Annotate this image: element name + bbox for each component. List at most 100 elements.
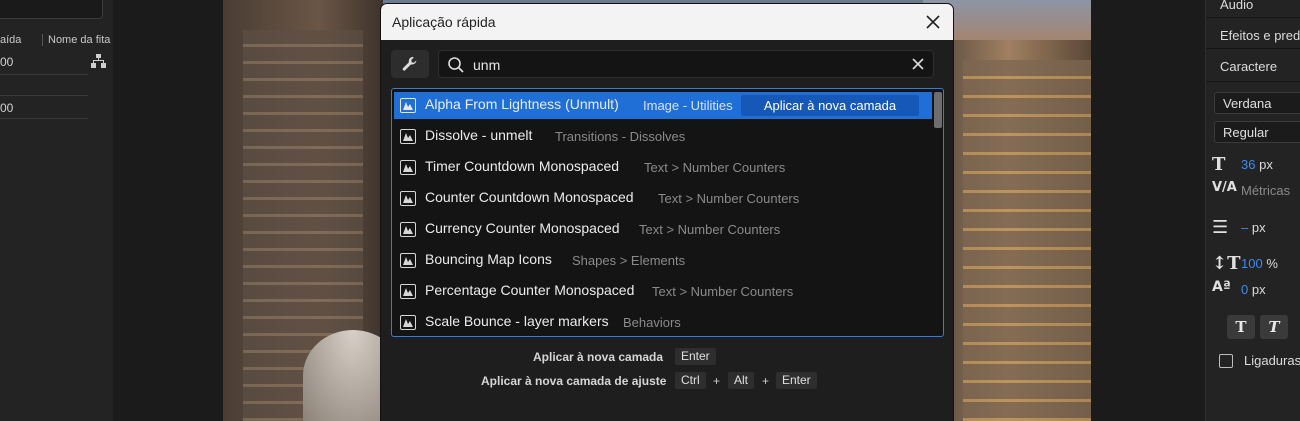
column-divider[interactable] <box>42 34 43 46</box>
result-item[interactable]: Counter Countdown Monospaced Text > Numb… <box>394 185 932 212</box>
result-name: Timer Countdown Monospaced <box>425 158 620 174</box>
hierarchy-icon[interactable] <box>91 54 106 68</box>
ligatures-checkbox[interactable] <box>1219 354 1233 368</box>
kerning-control[interactable]: V/A Métricas ▼ <box>1212 180 1300 202</box>
font-size-value[interactable]: 36 <box>1241 157 1255 172</box>
font-size-control[interactable]: T 36 px ▼ <box>1212 154 1300 176</box>
kerning-icon: V/A <box>1212 180 1237 195</box>
font-style-dropdown[interactable]: Regular <box>1214 121 1300 143</box>
key-enter: Enter <box>675 348 716 365</box>
column-header-tape-name[interactable]: Nome da fita <box>48 34 110 46</box>
result-item[interactable]: Bouncing Map Icons Shapes > Elements <box>394 247 932 274</box>
ligatures-label: Ligaduras <box>1244 353 1300 368</box>
dialog-title: Aplicação rápida <box>392 14 496 30</box>
font-size-readout: 36 px <box>1241 157 1273 172</box>
row-divider <box>0 95 88 96</box>
font-style-value: Regular <box>1223 125 1269 140</box>
font-family-value: Verdana <box>1223 96 1272 111</box>
effect-preset-icon <box>400 160 416 175</box>
results-list[interactable]: Alpha From Lightness (Unmult) Image - Ut… <box>391 88 944 337</box>
result-name: Counter Countdown Monospaced <box>425 189 634 205</box>
character-panel-area: Áudio Efeitos e predefinições Caractere … <box>1205 0 1300 421</box>
vertical-scale-unit: % <box>1266 256 1278 271</box>
result-item[interactable]: Timer Countdown Monospaced Text > Number… <box>394 154 932 181</box>
panel-search-field[interactable] <box>0 0 103 19</box>
baseline-shift-readout: 0 px <box>1241 282 1266 297</box>
column-header-exit[interactable]: aída <box>0 34 21 46</box>
vertical-scale-value[interactable]: 100 <box>1241 256 1263 271</box>
results-scrollbar[interactable] <box>934 92 942 334</box>
leading-icon: ☰ <box>1212 217 1229 238</box>
vertical-scale-readout: 100 % <box>1241 256 1278 271</box>
key-ctrl: Ctrl <box>675 372 706 389</box>
faux-bold-button[interactable]: T <box>1227 315 1255 339</box>
vertical-scale-icon: ↕T <box>1212 253 1241 274</box>
baseline-shift-control[interactable]: Aª 0 px ▼ <box>1212 279 1300 301</box>
shortcut-label: Aplicar à nova camada <box>533 350 664 364</box>
result-item[interactable]: Currency Counter Monospaced Text > Numbe… <box>394 216 932 243</box>
result-category: Shapes > Elements <box>572 253 686 268</box>
result-category: Transitions - Dissolves <box>555 129 686 144</box>
apply-to-new-layer-button[interactable]: Aplicar à nova camada <box>741 95 919 116</box>
baseline-shift-unit: px <box>1251 282 1266 297</box>
wrench-icon <box>402 56 417 71</box>
viewer-background <box>1091 0 1205 421</box>
row-divider <box>0 118 88 119</box>
search-field[interactable] <box>438 50 934 78</box>
faux-italic-button[interactable]: T <box>1260 315 1288 339</box>
tab-label: Efeitos e predefinições <box>1220 28 1300 43</box>
effect-preset-icon <box>400 191 416 206</box>
result-category: Text > Number Counters <box>639 222 781 237</box>
effect-preset-icon <box>400 253 416 268</box>
vertical-scale-control[interactable]: ↕T 100 % ▼ <box>1212 253 1300 275</box>
key-enter: Enter <box>776 372 817 389</box>
settings-button[interactable] <box>391 50 429 78</box>
effect-preset-icon <box>400 98 416 113</box>
font-size-unit: px <box>1259 157 1273 172</box>
baseline-shift-value[interactable]: 0 <box>1241 282 1248 297</box>
close-icon[interactable] <box>921 10 945 34</box>
tab-audio[interactable]: Áudio <box>1206 0 1300 18</box>
result-item[interactable]: Scale Bounce - layer markers Behaviors <box>394 309 932 336</box>
result-category: Text > Number Counters <box>658 191 800 206</box>
project-panel: aída Nome da fita 00 00 <box>0 0 113 421</box>
leading-unit: px <box>1251 220 1266 235</box>
font-size-icon: T <box>1212 154 1226 175</box>
tab-effects-presets[interactable]: Efeitos e predefinições <box>1206 23 1300 49</box>
result-name: Dissolve - unmelt <box>425 127 533 143</box>
leading-value[interactable]: – <box>1241 220 1248 235</box>
result-category: Image - Utilities <box>643 98 733 113</box>
leading-control[interactable]: ☰ – px ▼ <box>1212 217 1300 239</box>
font-family-dropdown[interactable]: Verdana <box>1214 92 1300 114</box>
scrollbar-thumb[interactable] <box>934 92 942 128</box>
result-name: Currency Counter Monospaced <box>425 220 620 236</box>
tab-label: Áudio <box>1220 0 1254 12</box>
dialog-titlebar[interactable]: Aplicação rápida <box>381 4 953 40</box>
search-input[interactable] <box>473 55 893 75</box>
result-item[interactable]: Alpha From Lightness (Unmult) Image - Ut… <box>394 92 932 119</box>
effect-preset-icon <box>400 315 416 330</box>
result-item[interactable]: Dissolve - unmelt Transitions - Dissolve… <box>394 123 932 150</box>
row-value: 00 <box>0 101 14 115</box>
search-icon <box>448 57 464 73</box>
plus-sign: + <box>713 374 721 388</box>
result-name: Scale Bounce - layer markers <box>425 313 609 329</box>
quick-apply-dialog: Aplicação rápida Alpha From Lightness (U… <box>381 4 953 421</box>
row-divider <box>0 74 88 75</box>
result-category: Behaviors <box>623 315 681 330</box>
result-item[interactable]: Percentage Counter Monospaced Text > Num… <box>394 278 932 305</box>
kerning-value[interactable]: Métricas <box>1241 183 1290 198</box>
effect-preset-icon <box>400 129 416 144</box>
leading-readout: – px <box>1241 220 1266 235</box>
row-value: 00 <box>0 55 14 69</box>
tab-character[interactable]: Caractere <box>1206 54 1300 82</box>
result-name: Bouncing Map Icons <box>425 251 552 267</box>
effect-preset-icon <box>400 222 416 237</box>
result-name: Alpha From Lightness (Unmult) <box>425 96 619 112</box>
shortcut-hint-new-layer: Aplicar à nova camada Enter <box>381 348 953 366</box>
plus-sign: + <box>762 374 770 388</box>
baseline-shift-icon: Aª <box>1212 279 1231 295</box>
clear-search-icon[interactable] <box>911 57 925 71</box>
result-name: Percentage Counter Monospaced <box>425 282 635 298</box>
result-category: Text > Number Counters <box>652 284 794 299</box>
